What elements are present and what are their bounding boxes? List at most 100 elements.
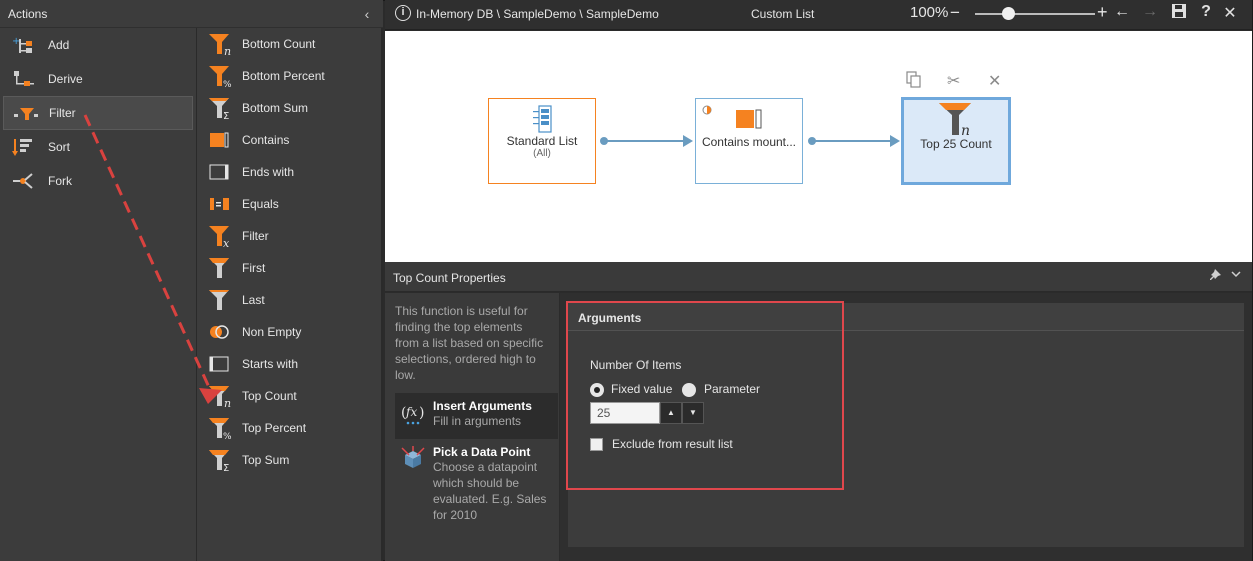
function-top-sum[interactable]: Σ Top Sum [198, 444, 381, 476]
connector-line [607, 140, 685, 142]
help-icon[interactable]: ? [1197, 3, 1215, 21]
connector-arrow [890, 135, 900, 147]
zoom-slider-thumb[interactable] [1002, 7, 1015, 20]
step-title: Pick a Data Point [433, 445, 531, 459]
function-top-percent[interactable]: % Top Percent [198, 412, 381, 444]
svg-text:Σ: Σ [223, 111, 229, 121]
function-non-empty[interactable]: Non Empty [198, 316, 381, 348]
properties-title: Top Count Properties [393, 271, 506, 285]
action-category-list: + Add Derive Filter Sort Fork [0, 28, 197, 561]
chevron-down-icon[interactable] [1230, 268, 1242, 283]
funnel-n-icon: n [208, 383, 234, 410]
node-top-count[interactable]: n Top 25 Count [901, 97, 1011, 185]
svg-text:x: x [223, 237, 230, 249]
svg-text:fx: fx [405, 405, 417, 419]
function-top-count[interactable]: n Top Count [198, 380, 381, 412]
node-contains[interactable]: Contains mount... [695, 98, 803, 184]
delete-icon[interactable]: ✕ [988, 71, 1001, 91]
zoom-level: 100% [910, 4, 949, 21]
close-icon[interactable]: ✕ [1221, 3, 1239, 23]
function-starts-with[interactable]: Starts with [198, 348, 381, 380]
category-add[interactable]: + Add [0, 28, 196, 62]
function-contains[interactable]: Contains [198, 124, 381, 156]
step-insert-arguments[interactable]: (fx) Insert Arguments Fill in arguments [395, 393, 558, 439]
function-first[interactable]: First [198, 252, 381, 284]
flow-canvas[interactable]: ✂ ✕ Standard List (All) Contains mount..… [385, 31, 1252, 262]
svg-text:n: n [224, 45, 231, 57]
funnel-percent-icon: % [208, 415, 234, 442]
function-ends-with[interactable]: Ends with [198, 156, 381, 188]
category-fork[interactable]: Fork [0, 164, 196, 198]
info-icon[interactable]: i [395, 5, 411, 21]
starts-with-icon [208, 351, 234, 377]
svg-text:): ) [419, 405, 424, 421]
function-label: Equals [242, 197, 279, 211]
filter-icon [13, 103, 39, 123]
contains-icon [208, 127, 234, 153]
contains-node-badge-icon [702, 104, 712, 115]
function-label: Bottom Sum [242, 101, 309, 115]
function-description: This function is useful for finding the … [395, 304, 544, 382]
undo-icon[interactable]: ← [1113, 3, 1131, 21]
cut-icon[interactable]: ✂ [947, 71, 960, 91]
function-bottom-percent[interactable]: % Bottom Percent [198, 60, 381, 92]
non-empty-icon [208, 319, 234, 345]
zoom-in-icon[interactable]: + [1097, 2, 1108, 23]
category-label: Sort [48, 140, 71, 154]
connector-arrow [683, 135, 693, 147]
node-standard-list[interactable]: Standard List (All) [488, 98, 596, 184]
funnel-x-icon: x [208, 223, 234, 250]
top-toolbar: i In-Memory DB \ SampleDemo \ SampleDemo… [385, 0, 1252, 30]
function-label: Top Sum [242, 453, 290, 467]
actions-header: Actions ‹ [0, 0, 383, 28]
node-subtitle: (All) [533, 148, 551, 159]
node-title: Top 25 Count [920, 137, 992, 151]
breadcrumb: In-Memory DB \ SampleDemo \ SampleDemo [416, 7, 659, 21]
copy-icon[interactable] [906, 71, 922, 94]
svg-text:%: % [223, 80, 232, 89]
svg-text:n: n [224, 397, 231, 409]
zoom-slider-track[interactable] [975, 13, 1095, 15]
funnel-sigma-icon: Σ [208, 95, 234, 122]
collapse-panel-icon[interactable]: ‹ [359, 6, 375, 22]
function-label: Non Empty [242, 325, 302, 339]
properties-header: Top Count Properties [385, 262, 1252, 292]
svg-text:%: % [223, 432, 232, 441]
funnel-icon [208, 255, 234, 281]
category-sort[interactable]: Sort [0, 130, 196, 164]
function-label: Starts with [242, 357, 299, 371]
function-label: Last [242, 293, 265, 307]
function-filter[interactable]: x Filter [198, 220, 381, 252]
step-pick-data-point[interactable]: Pick a Data Point Choose a datapoint whi… [395, 439, 558, 529]
funnel-n-icon: n [939, 101, 973, 139]
connector-line [815, 140, 892, 142]
highlight-box [566, 301, 844, 490]
step-subtitle: Fill in arguments [433, 414, 522, 428]
function-label: Bottom Count [242, 37, 316, 51]
step-title: Insert Arguments [433, 399, 532, 413]
funnel-sigma-icon: Σ [208, 447, 234, 474]
ends-with-icon [208, 159, 234, 185]
category-label: Add [48, 38, 70, 52]
function-label: Top Count [242, 389, 297, 403]
save-icon[interactable] [1170, 3, 1188, 24]
zoom-out-icon[interactable]: − [950, 3, 960, 23]
funnel-n-icon: n [208, 31, 234, 58]
function-last[interactable]: Last [198, 284, 381, 316]
function-equals[interactable]: Equals [198, 188, 381, 220]
filter-function-list: n Bottom Count % Bottom Percent Σ Bottom… [198, 28, 381, 561]
category-derive[interactable]: Derive [0, 62, 196, 96]
properties-steps: This function is useful for finding the … [385, 293, 559, 561]
pin-icon[interactable] [1210, 269, 1222, 284]
category-filter[interactable]: Filter [3, 96, 193, 130]
contains-icon [735, 108, 763, 130]
redo-icon[interactable]: → [1141, 3, 1159, 21]
function-bottom-sum[interactable]: Σ Bottom Sum [198, 92, 381, 124]
add-icon: + [12, 35, 38, 55]
function-bottom-count[interactable]: n Bottom Count [198, 28, 381, 60]
function-label: Filter [242, 229, 269, 243]
svg-text:n: n [961, 123, 970, 137]
derive-icon [12, 69, 38, 89]
function-label: Bottom Percent [242, 69, 325, 83]
category-label: Filter [49, 106, 76, 120]
